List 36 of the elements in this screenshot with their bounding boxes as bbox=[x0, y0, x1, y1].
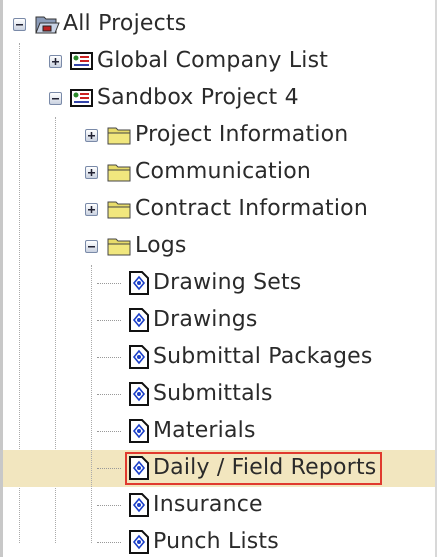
tree-item[interactable]: Project Information bbox=[135, 122, 348, 149]
collapse-toggle[interactable] bbox=[49, 92, 62, 105]
tree-item[interactable]: Punch Lists bbox=[153, 529, 279, 556]
document-icon bbox=[128, 307, 150, 334]
expand-toggle[interactable] bbox=[85, 129, 98, 142]
tree-item[interactable]: Global Company List bbox=[97, 48, 328, 75]
expand-toggle[interactable] bbox=[49, 55, 62, 68]
tree-item[interactable]: Materials bbox=[153, 418, 256, 445]
selected-row[interactable]: Daily / Field Reports bbox=[3, 450, 435, 487]
tree-item[interactable]: Drawing Sets bbox=[153, 270, 302, 297]
tree-item[interactable]: Communication bbox=[135, 159, 312, 186]
card-icon bbox=[70, 51, 94, 72]
tree-item[interactable]: Submittal Packages bbox=[153, 344, 373, 371]
plus-icon bbox=[87, 168, 96, 177]
collapse-toggle[interactable] bbox=[13, 18, 26, 31]
expand-toggle[interactable] bbox=[85, 203, 98, 216]
tree-item[interactable]: Drawings bbox=[153, 307, 258, 334]
card-icon bbox=[70, 88, 94, 108]
document-icon bbox=[128, 492, 150, 518]
plus-icon bbox=[87, 205, 96, 214]
tree-item[interactable]: Sandbox Project 4 bbox=[97, 85, 299, 112]
expand-toggle[interactable] bbox=[85, 166, 98, 179]
tree-item[interactable]: Daily / Field Reports bbox=[153, 455, 376, 482]
document-icon bbox=[128, 455, 150, 482]
document-icon bbox=[128, 381, 150, 408]
plus-icon bbox=[87, 131, 96, 140]
document-icon bbox=[128, 270, 150, 296]
tree-item[interactable]: Submittals bbox=[153, 381, 273, 408]
document-icon bbox=[128, 418, 150, 444]
collapse-toggle[interactable] bbox=[85, 240, 98, 253]
tree-item[interactable]: All Projects bbox=[63, 11, 186, 38]
document-icon bbox=[128, 344, 150, 370]
plus-icon bbox=[51, 57, 60, 66]
tree-item[interactable]: Insurance bbox=[153, 492, 263, 519]
tree-item[interactable]: Contract Information bbox=[135, 196, 368, 223]
tree-item[interactable]: Logs bbox=[135, 233, 187, 260]
